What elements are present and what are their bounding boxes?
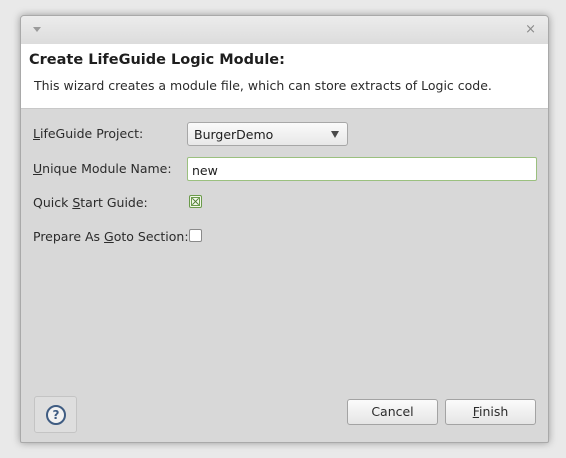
cancel-button[interactable]: Cancel (347, 399, 438, 425)
page-description: This wizard creates a module file, which… (34, 78, 492, 93)
close-icon[interactable]: × (525, 22, 536, 37)
module-name-input[interactable] (187, 157, 537, 181)
goto-section-label: Prepare As Goto Section: (33, 229, 189, 244)
dropdown-arrow-icon (331, 131, 339, 138)
project-label: LifeGuide Project: (33, 126, 144, 141)
finish-button[interactable]: Finish (445, 399, 536, 425)
help-icon: ? (46, 405, 66, 425)
quick-start-label: Quick Start Guide: (33, 195, 148, 210)
check-icon (191, 197, 200, 206)
title-bar[interactable]: × (21, 16, 548, 44)
help-button[interactable]: ? (34, 396, 77, 433)
project-select-value: BurgerDemo (194, 127, 274, 142)
page-title: Create LifeGuide Logic Module: (29, 52, 285, 68)
chevron-down-icon[interactable] (33, 27, 41, 32)
module-name-label: Unique Module Name: (33, 161, 172, 176)
quick-start-checkbox[interactable] (189, 195, 202, 208)
goto-section-checkbox[interactable] (189, 229, 202, 242)
wizard-banner: Create LifeGuide Logic Module: This wiza… (21, 44, 548, 109)
project-select[interactable]: BurgerDemo (187, 122, 348, 146)
create-module-dialog: × Create LifeGuide Logic Module: This wi… (20, 15, 549, 443)
